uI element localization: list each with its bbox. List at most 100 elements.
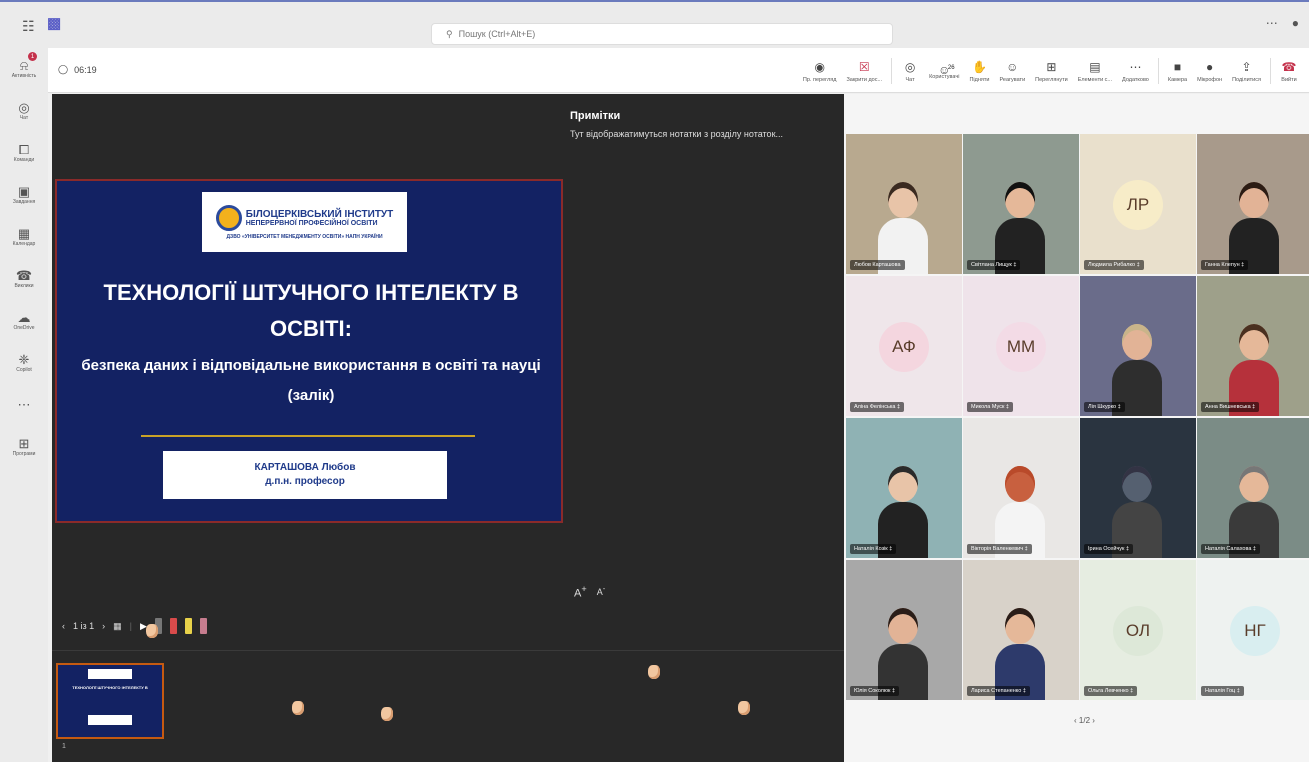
participant-tile[interactable]: Анна Вишневська ‡	[1197, 276, 1309, 416]
participant-count: 26	[947, 64, 955, 71]
thumbnail-logo	[88, 669, 132, 679]
rail-item[interactable]: ⧠ Команди	[0, 132, 48, 174]
rail-item[interactable]: ▦ Календар	[0, 216, 48, 258]
search-input[interactable]: ⚲ Пошук (Ctrl+Alt+E)	[431, 23, 893, 45]
participant-name-text: Ганна Клепун	[1205, 262, 1240, 268]
control-button[interactable]: ● Мікрофон	[1192, 54, 1227, 88]
app-launcher-icon[interactable]: ☷	[22, 18, 35, 35]
control-button[interactable]: ◎ Чат	[896, 54, 924, 88]
participant-tile[interactable]: НГ Наталія Гоц ‡	[1197, 560, 1309, 700]
separator	[891, 58, 893, 84]
participant-tile[interactable]: Ганна Клепун ‡	[1197, 134, 1309, 274]
participant-name-text: Наталія Козік	[854, 546, 888, 552]
control-button[interactable]: ☺ Реагувати	[994, 54, 1030, 88]
teams-icon: ⧠	[18, 142, 30, 157]
mic-muted-icon: ‡	[1239, 262, 1245, 268]
rail-item[interactable]: ⍾ Активність 1	[0, 48, 48, 90]
participant-name: Аліна Фелінська ‡	[850, 402, 905, 412]
rail-item[interactable]: ☎ Виклики	[0, 258, 48, 300]
control-button[interactable]: ✋ Підняти	[964, 54, 994, 88]
participant-tile[interactable]: Лія Шкурко ‡	[1080, 276, 1196, 416]
participant-tile[interactable]: Вікторія Валенкевич ‡	[963, 418, 1079, 558]
search-placeholder: Пошук (Ctrl+Alt+E)	[458, 29, 536, 39]
participant-gallery: ▦ ‹ 1/2 › Любов КарташоваСвітлана Лищук …	[844, 94, 1309, 762]
control-button[interactable]: ☒ Закрити дос...	[841, 54, 887, 88]
control-label: Елементи с...	[1077, 76, 1113, 83]
chat-icon: ◎	[18, 100, 30, 115]
rail-item-label: Завдання	[12, 199, 36, 205]
mic-muted-icon: ‡	[1011, 262, 1017, 268]
participant-tile[interactable]: Любов Карташова	[846, 134, 962, 274]
rail-item-label: OneDrive	[13, 325, 35, 331]
rail-item[interactable]: ⊞ Програми	[0, 426, 48, 468]
control-button[interactable]: ☺ 26 Користувачі	[924, 54, 964, 88]
thumbnail-author	[88, 715, 132, 725]
participant-name-text: Анна Вишневська	[1205, 404, 1251, 410]
more-icon: ⋯	[1129, 59, 1142, 74]
next-page-icon[interactable]: ›	[1092, 716, 1095, 725]
prev-page-icon[interactable]: ‹	[1074, 716, 1077, 725]
avatar[interactable]: ●	[1292, 16, 1299, 30]
control-label: Чат	[905, 76, 915, 83]
eye-icon: ◉	[814, 59, 825, 74]
control-label: Камера	[1167, 76, 1188, 83]
rail-item[interactable]: ▣ Завдання	[0, 174, 48, 216]
control-button[interactable]: ☎ Вийти	[1275, 54, 1303, 88]
thumbnail-title: ТЕХНОЛОГІЇ ШТУЧНОГО ІНТЕЛЕКТУ В	[72, 685, 148, 690]
control-button[interactable]: ◉ Пр. перегляд	[798, 54, 842, 88]
mic-muted-icon: ‡	[1124, 546, 1130, 552]
pen-red-icon[interactable]	[169, 618, 177, 634]
participant-name-text: Людмила Рибалко	[1088, 262, 1136, 268]
rail-item[interactable]: ☁ OneDrive	[0, 300, 48, 342]
next-slide-icon[interactable]: ›	[102, 621, 105, 631]
more-options-icon[interactable]: ⋯	[1266, 16, 1278, 30]
slide-thumbnail[interactable]: ТЕХНОЛОГІЇ ШТУЧНОГО ІНТЕЛЕКТУ В	[56, 663, 164, 739]
reaction-icon	[381, 707, 393, 721]
teams-meeting-window: ☷ ▩ ⚲ Пошук (Ctrl+Alt+E) ⋯ ● ⍾ Активність…	[0, 0, 1309, 762]
font-size-controls: A+ A-	[574, 584, 605, 600]
control-button[interactable]: ▤ Елементи с...	[1073, 54, 1117, 88]
participant-tile[interactable]: Наталія Салахова ‡	[1197, 418, 1309, 558]
rail-item[interactable]: ❈ Copilot	[0, 342, 48, 384]
prev-slide-icon[interactable]: ‹	[62, 621, 65, 631]
control-button[interactable]: ⊞ Переглянути	[1030, 54, 1073, 88]
participant-tile[interactable]: Лариса Степаненко ‡	[963, 560, 1079, 700]
participant-tile[interactable]: Наталія Козік ‡	[846, 418, 962, 558]
control-button[interactable]: ⋯ Додатково	[1117, 54, 1154, 88]
rail-item[interactable]: ⋯	[0, 384, 48, 426]
control-label: Вийти	[1281, 76, 1297, 83]
institute-subtitle: ДЗВО «УНІВЕРСИТЕТ МЕНЕДЖМЕНТУ ОСВІТИ» НА…	[226, 233, 383, 240]
increase-font-button[interactable]: A+	[574, 584, 587, 600]
participant-name-text: Вікторія Валенкевич	[971, 546, 1024, 552]
eraser-icon[interactable]	[199, 618, 207, 634]
grid-view-icon[interactable]: ▦	[113, 621, 122, 632]
title-bar: ☷ ▩ ⚲ Пошук (Ctrl+Alt+E) ⋯ ●	[0, 0, 1309, 48]
rail-item[interactable]: ◎ Чат	[0, 90, 48, 132]
participant-tile[interactable]: ММ Микола Муск ‡	[963, 276, 1079, 416]
page-indicator: 1 із 1	[73, 621, 95, 631]
participant-tile[interactable]: Юлія Соколюк ‡	[846, 560, 962, 700]
institute-name-line2: НЕПЕРЕРВНОЇ ПРОФЕСІЙНОЇ ОСВІТИ	[245, 219, 378, 227]
decrease-font-button[interactable]: A-	[597, 584, 606, 600]
meeting-timer-value: 06:19	[74, 64, 97, 75]
mic-muted-icon: ‡	[1021, 688, 1026, 694]
participant-tile[interactable]: Ірина Осейчук ‡	[1080, 418, 1196, 558]
participant-tile[interactable]: ЛР Людмила Рибалко ‡	[1080, 134, 1196, 274]
mic-muted-icon: ‡	[895, 404, 901, 410]
participant-tile[interactable]: ОЛ Ольга Левченко ‡	[1080, 560, 1196, 700]
presenter-toolbar: ‹ 1 із 1 › ▦ | ▶	[62, 614, 207, 638]
control-button[interactable]: ■ Камера	[1163, 54, 1192, 88]
participant-tile[interactable]: АФ Аліна Фелінська ‡	[846, 276, 962, 416]
participant-name: Лія Шкурко ‡	[1084, 402, 1125, 412]
presentation-stage: БІЛОЦЕРКІВСЬКИЙ ІНСТИТУТ НЕПЕРЕРВНОЇ ПРО…	[52, 94, 844, 762]
search-icon: ⚲	[446, 28, 453, 39]
left-rail: ⍾ Активність 1 ◎ Чат ⧠ Команди ▣ Завдання ▦ Календ…	[0, 48, 48, 762]
mic-muted-icon: ‡	[1004, 404, 1009, 410]
participant-name-text: Юлія Соколюк	[854, 688, 891, 694]
rail-item-label: Календар	[12, 241, 36, 247]
participant-name-text: Лариса Степаненко	[971, 688, 1022, 694]
control-button[interactable]: ⇪ Поділитися	[1227, 54, 1266, 88]
share-icon: ⇪	[1241, 59, 1252, 74]
participant-tile[interactable]: Світлана Лищук ‡	[963, 134, 1079, 274]
highlighter-icon[interactable]	[184, 618, 192, 634]
